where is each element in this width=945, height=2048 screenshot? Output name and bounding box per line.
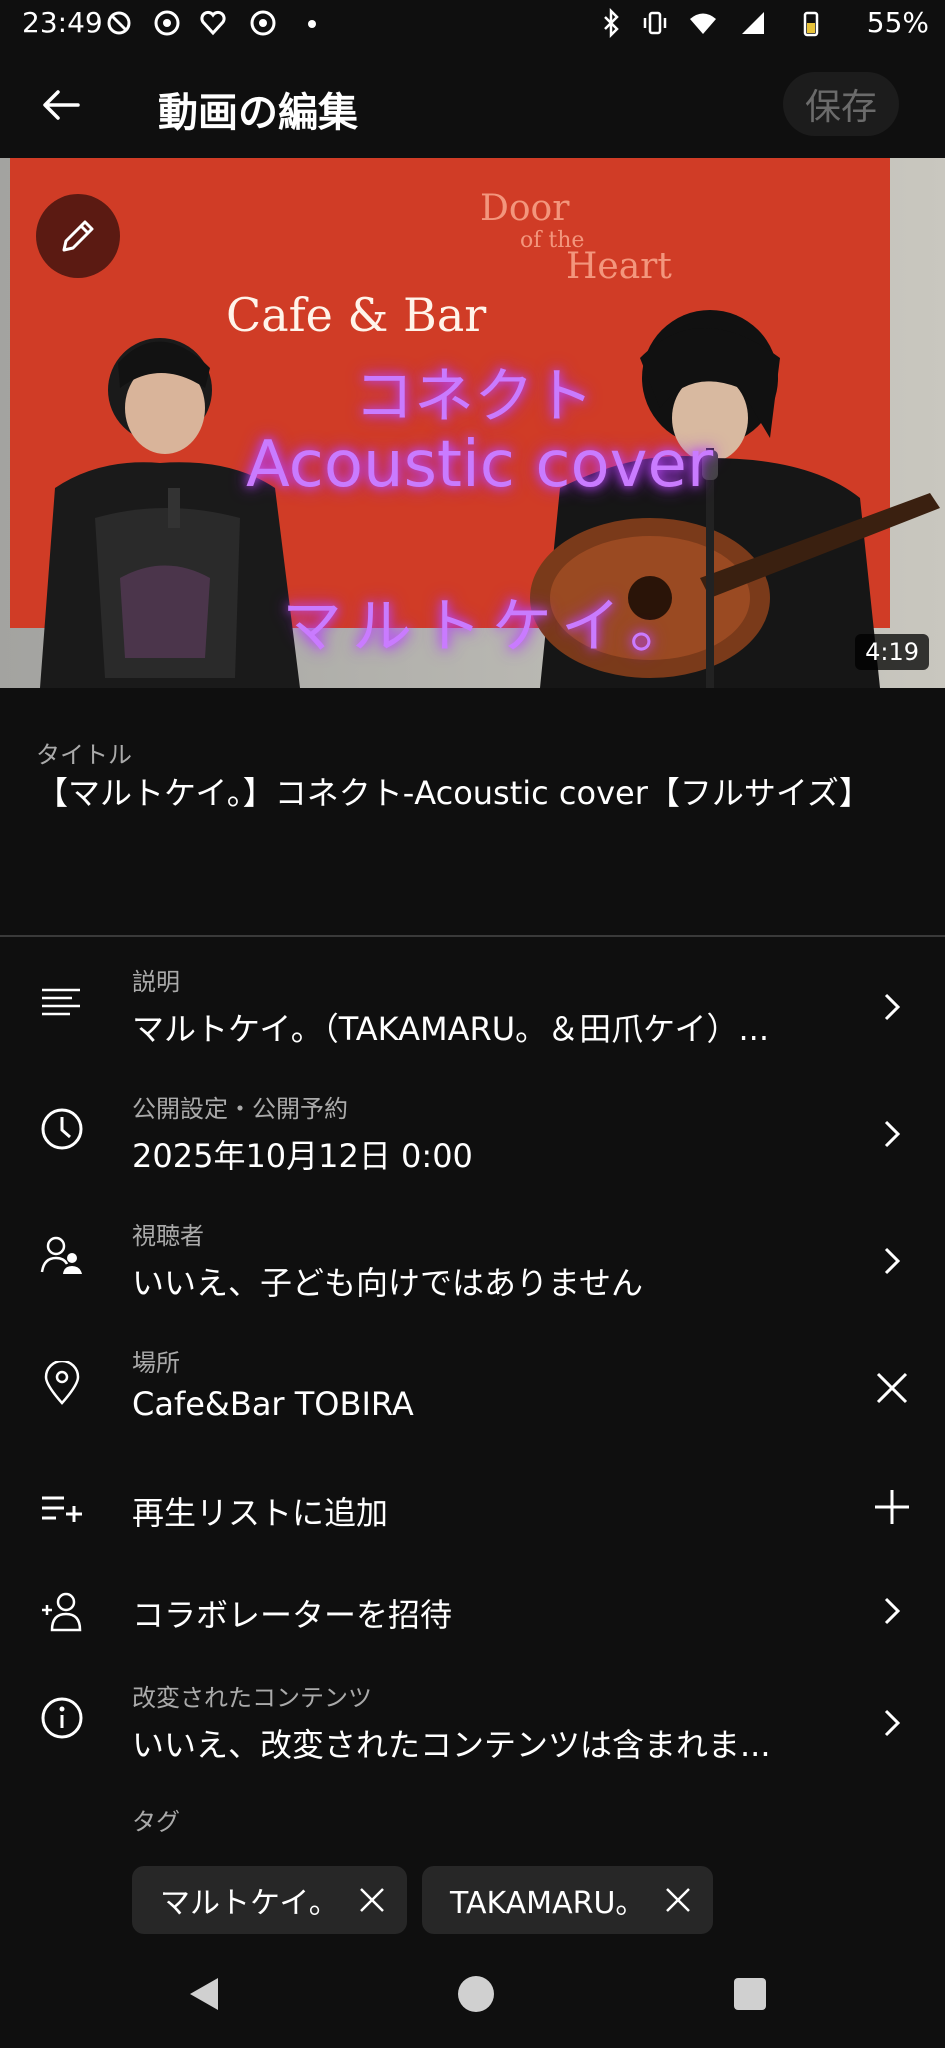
- clock-icon: [41, 1108, 83, 1150]
- location-value: Cafe&Bar TOBIRA: [132, 1385, 414, 1423]
- bluetooth-icon: [604, 8, 619, 38]
- description-value: マルトケイ。（TAKAMARU。＆田爪ケイ）...: [132, 1010, 770, 1048]
- add-to-playlist-row[interactable]: 再生リストに追加: [0, 1458, 945, 1558]
- status-bar: 23:49 55%: [0, 0, 945, 50]
- visibility-label: 公開設定・公開予約: [132, 1095, 348, 1123]
- title-label: タイトル: [36, 741, 132, 769]
- remove-tag-icon[interactable]: [357, 1885, 387, 1915]
- altered-content-row[interactable]: 改変されたコンテンツ いいえ、改変されたコンテンツは含まれま...: [0, 1666, 945, 1786]
- chevron-right-icon: [884, 1709, 901, 1737]
- tag-chip[interactable]: マルトケイ。: [132, 1866, 407, 1934]
- app-notification-icon: [107, 11, 131, 35]
- info-icon: [41, 1697, 83, 1739]
- battery-percent: 55%: [866, 6, 929, 39]
- audience-row[interactable]: 視聴者 いいえ、子ども向けではありません: [0, 1204, 945, 1324]
- save-button[interactable]: 保存: [783, 72, 899, 136]
- add-to-playlist-label: 再生リストに追加: [132, 1494, 389, 1532]
- nav-recents-icon[interactable]: [732, 1976, 768, 2012]
- chrome-icon: [154, 10, 180, 36]
- divider: [0, 935, 945, 937]
- description-label: 説明: [132, 968, 180, 996]
- remove-tag-icon[interactable]: [663, 1885, 693, 1915]
- more-notifications-dot-icon: [308, 20, 316, 28]
- tag-text: マルトケイ。: [160, 1886, 339, 1921]
- video-duration-badge: 4:19: [855, 634, 929, 670]
- vibrate-icon: [643, 11, 667, 35]
- visibility-row[interactable]: 公開設定・公開予約 2025年10月12日 0:00: [0, 1077, 945, 1197]
- add-person-icon: [42, 1592, 82, 1632]
- invite-collaborator-label: コラボレーターを招待: [132, 1596, 453, 1634]
- cell-signal-icon: [742, 12, 764, 34]
- nav-home-icon[interactable]: [456, 1974, 496, 2014]
- altered-content-value: いいえ、改変されたコンテンツは含まれま...: [132, 1726, 771, 1764]
- edit-thumbnail-button[interactable]: [36, 194, 120, 278]
- overlay-song-title: コネクト: [354, 362, 594, 432]
- title-field[interactable]: 【マルトケイ。】コネクト-Acoustic cover【フルサイズ】: [36, 771, 896, 815]
- app-header: 動画の編集 保存: [0, 50, 945, 160]
- plus-icon[interactable]: [873, 1488, 911, 1526]
- audience-icon: [40, 1236, 82, 1274]
- video-thumbnail[interactable]: Door of the Heart Cafe & Bar コネクト Acoust…: [0, 158, 945, 688]
- close-icon[interactable]: [873, 1369, 911, 1407]
- audience-value: いいえ、子ども向けではありません: [132, 1264, 644, 1302]
- chevron-right-icon: [884, 1120, 901, 1148]
- tag-text: TAKAMARU。: [450, 1886, 646, 1921]
- tags-label: タグ: [132, 1808, 180, 1836]
- visibility-value: 2025年10月12日 0:00: [132, 1137, 473, 1175]
- location-row[interactable]: 場所 Cafe&Bar TOBIRA: [0, 1331, 945, 1451]
- playlist-add-icon: [42, 1496, 82, 1522]
- chrome-icon-2: [250, 10, 276, 36]
- banner-heart-text: Heart: [566, 246, 672, 287]
- description-row[interactable]: 説明 マルトケイ。（TAKAMARU。＆田爪ケイ）...: [0, 950, 945, 1070]
- pencil-icon: [62, 220, 94, 252]
- audience-label: 視聴者: [132, 1222, 204, 1250]
- heart-notification-icon: [200, 10, 226, 36]
- wifi-icon: [690, 13, 716, 34]
- invite-collaborator-row[interactable]: コラボレーターを招待: [0, 1560, 945, 1665]
- banner-cafe-bar-text: Cafe & Bar: [226, 288, 487, 342]
- overlay-subtitle: Acoustic cover: [246, 428, 714, 502]
- chevron-right-icon: [884, 993, 901, 1021]
- system-navigation-bar: [0, 1938, 945, 2048]
- tag-chip[interactable]: TAKAMARU。: [422, 1866, 714, 1934]
- altered-content-label: 改変されたコンテンツ: [132, 1684, 372, 1712]
- chevron-right-icon: [884, 1247, 901, 1275]
- chevron-right-icon: [884, 1597, 901, 1625]
- location-pin-icon: [44, 1361, 80, 1405]
- page-title: 動画の編集: [158, 90, 358, 136]
- battery-icon: [803, 11, 819, 37]
- status-time: 23:49: [22, 6, 103, 39]
- banner-door-text: Door: [480, 188, 570, 229]
- nav-back-icon[interactable]: [186, 1974, 222, 2014]
- description-icon: [42, 988, 80, 1016]
- overlay-artist: マルトケイ。: [282, 592, 700, 662]
- location-label: 場所: [132, 1349, 180, 1377]
- back-arrow-icon[interactable]: [40, 84, 82, 126]
